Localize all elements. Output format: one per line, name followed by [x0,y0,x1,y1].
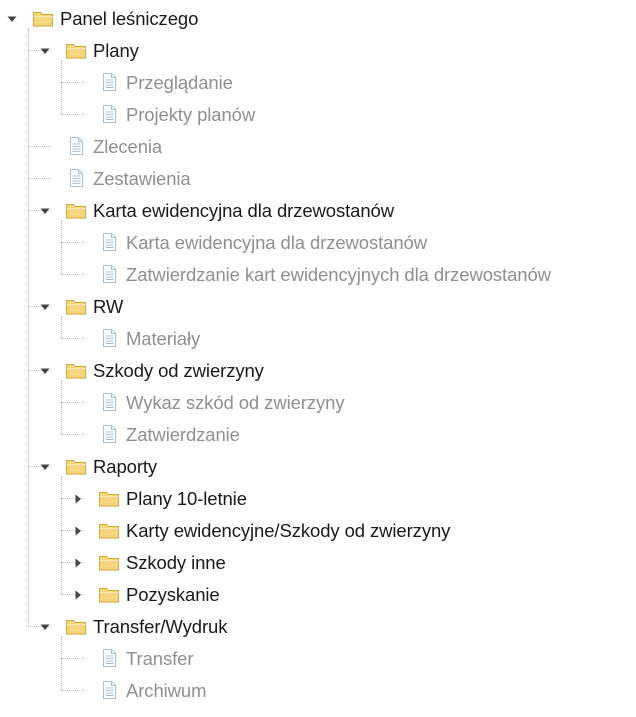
folder-icon [98,488,120,508]
navigation-tree: Panel leśniczego Plany Przeglądanie Projekt… [0,0,636,717]
tree-connector [61,338,84,339]
tree-connector [61,274,84,275]
tree-connector [61,402,84,403]
triangle-right-icon[interactable] [72,524,84,536]
tree-item-wykaz-szkod-od-zwierzyny[interactable]: Wykaz szkód od zwierzyny [0,386,636,418]
triangle-down-icon[interactable] [39,300,51,312]
tree-guide-line [61,380,62,434]
tree-item-zatwierdzanie[interactable]: Zatwierdzanie [0,418,636,450]
tree-node-label[interactable]: Karta ewidencyjna dla drzewostanów [93,201,394,221]
tree-folder-plany-10-letnie[interactable]: Plany 10-letnie [0,482,636,514]
folder-icon [65,616,87,636]
tree-connector [61,114,84,115]
tree-item-zatwierdzanie-kart-ewidencyjnych-dla-drzewostanow[interactable]: Zatwierdzanie kart ewidencyjnych dla drz… [0,258,636,290]
tree-node-label[interactable]: Transfer/Wydruk [93,617,227,637]
tree-node-label[interactable]: Zatwierdzanie [126,425,240,445]
tree-node-label[interactable]: Wykaz szkód od zwierzyny [126,393,345,413]
tree-guide-line [61,220,62,274]
tree-folder-transfer-wydruk[interactable]: Transfer/Wydruk [0,610,636,642]
document-icon [65,168,87,188]
document-icon [98,680,120,700]
document-icon [98,328,120,348]
tree-folder-panel-lesniczego[interactable]: Panel leśniczego [0,2,636,34]
tree-node-label[interactable]: Raporty [93,457,157,477]
tree-folder-szkody-inne[interactable]: Szkody inne [0,546,636,578]
tree-connector [61,658,84,659]
document-icon [98,264,120,284]
folder-icon [98,584,120,604]
triangle-right-icon[interactable] [72,588,84,600]
tree-connector [61,434,84,435]
tree-guide-line [61,476,62,594]
tree-item-transfer[interactable]: Transfer [0,642,636,674]
tree-node-label[interactable]: Plany [93,41,139,61]
tree-guide-line [61,60,62,114]
document-icon [98,72,120,92]
tree-item-karta-ewidencyjna-dla-drzewostanow[interactable]: Karta ewidencyjna dla drzewostanów [0,226,636,258]
folder-icon [65,360,87,380]
tree-item-przegladanie[interactable]: Przeglądanie [0,66,636,98]
tree-node-label[interactable]: Zestawienia [93,169,191,189]
tree-node-label[interactable]: Karty ewidencyjne/Szkody od zwierzyny [126,521,450,541]
folder-icon [98,552,120,572]
tree-node-label[interactable]: Pozyskanie [126,585,220,605]
tree-folder-karta-ewidencyjna-dla-drzewostanow[interactable]: Karta ewidencyjna dla drzewostanów [0,194,636,226]
tree-guide-line [61,636,62,690]
triangle-down-icon[interactable] [6,12,18,24]
tree-item-projekty-planow[interactable]: Projekty planów [0,98,636,130]
tree-folder-plany[interactable]: Plany [0,34,636,66]
document-icon [98,392,120,412]
tree-connector [61,690,84,691]
triangle-down-icon[interactable] [39,204,51,216]
tree-node-label[interactable]: Zlecenia [93,137,162,157]
document-icon [98,104,120,124]
tree-guide-line [28,28,29,626]
folder-icon [65,456,87,476]
triangle-down-icon[interactable] [39,460,51,472]
document-icon [65,136,87,156]
tree-node-label[interactable]: Transfer [126,649,194,669]
folder-icon [98,520,120,540]
document-icon [98,424,120,444]
triangle-down-icon[interactable] [39,364,51,376]
folder-icon [65,296,87,316]
tree-node-label[interactable]: Karta ewidencyjna dla drzewostanów [126,233,427,253]
tree-folder-szkody-od-zwierzyny[interactable]: Szkody od zwierzyny [0,354,636,386]
tree-node-label[interactable]: Szkody inne [126,553,226,573]
tree-connector [28,178,51,179]
document-icon [98,232,120,252]
tree-node-label[interactable]: Plany 10-letnie [126,489,247,509]
tree-node-label[interactable]: Zatwierdzanie kart ewidencyjnych dla drz… [126,265,551,285]
triangle-right-icon[interactable] [72,556,84,568]
tree-node-label[interactable]: RW [93,297,123,317]
triangle-right-icon[interactable] [72,492,84,504]
tree-folder-pozyskanie[interactable]: Pozyskanie [0,578,636,610]
tree-item-zestawienia[interactable]: Zestawienia [0,162,636,194]
tree-folder-raporty[interactable]: Raporty [0,450,636,482]
tree-folder-karty-ewidencyjne-szkody-od-zwierzyny[interactable]: Karty ewidencyjne/Szkody od zwierzyny [0,514,636,546]
tree-node-label[interactable]: Panel leśniczego [60,9,198,29]
tree-node-label[interactable]: Przeglądanie [126,73,233,93]
tree-item-materialy[interactable]: Materiały [0,322,636,354]
tree-connector [61,242,84,243]
document-icon [98,648,120,668]
tree-node-label[interactable]: Projekty planów [126,105,255,125]
tree-node-label[interactable]: Materiały [126,329,200,349]
tree-connector [28,146,51,147]
tree-node-label[interactable]: Archiwum [126,681,207,701]
tree-connector [61,82,84,83]
tree-node-label[interactable]: Szkody od zwierzyny [93,361,264,381]
tree-folder-rw[interactable]: RW [0,290,636,322]
folder-icon [65,40,87,60]
tree-item-archiwum[interactable]: Archiwum [0,674,636,706]
triangle-down-icon[interactable] [39,44,51,56]
folder-icon [32,8,54,28]
tree-guide-line [61,316,62,338]
folder-icon [65,200,87,220]
tree-item-zlecenia[interactable]: Zlecenia [0,130,636,162]
triangle-down-icon[interactable] [39,620,51,632]
